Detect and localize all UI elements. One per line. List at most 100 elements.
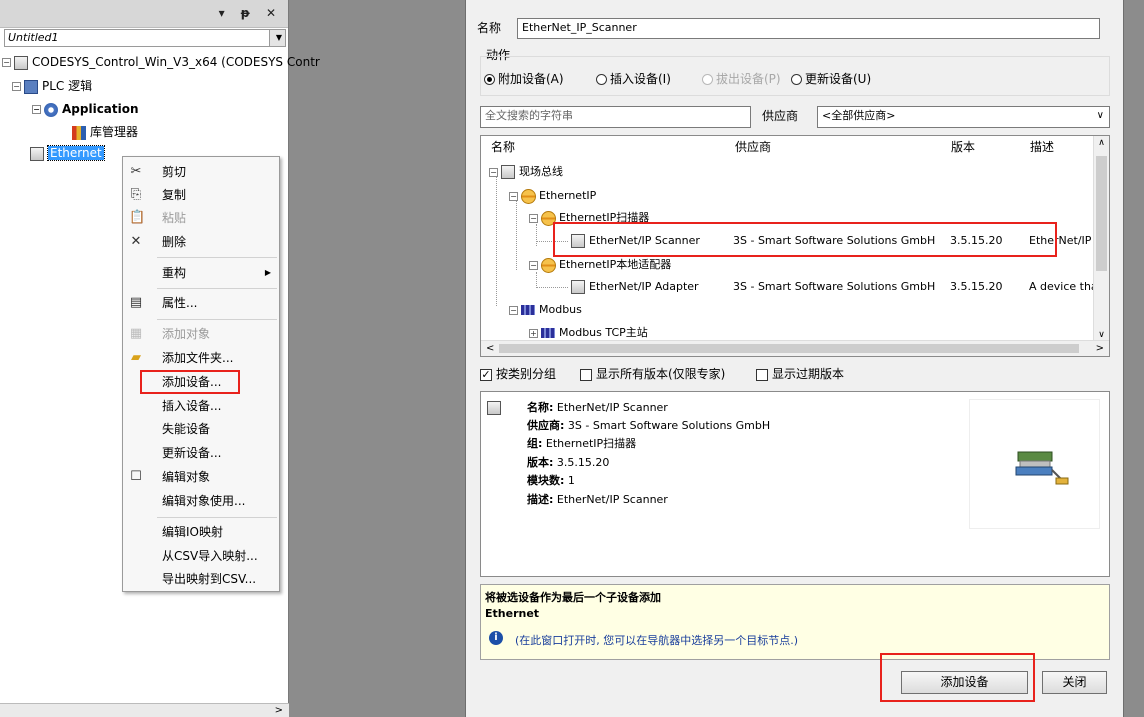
list-item-adapter-group[interactable]: − EthernetIP本地适配器 bbox=[529, 254, 671, 276]
collapse-icon[interactable]: − bbox=[529, 213, 538, 223]
device-list: 名称 供应商 版本 描述 − 现场总线 − EthernetIP − Ethernet… bbox=[480, 135, 1110, 357]
info-modules: 模块数: 1 bbox=[527, 472, 575, 490]
checkbox-icon[interactable] bbox=[756, 368, 768, 381]
menu-item-refactor[interactable]: 重构 ▶ bbox=[123, 262, 279, 284]
menu-label: 从CSV导入映射... bbox=[162, 549, 258, 563]
menu-item-disable-device[interactable]: 失能设备 bbox=[123, 418, 279, 440]
info-key: 模块数: bbox=[527, 474, 565, 487]
menu-label: 剪切 bbox=[162, 165, 187, 179]
tree-guide-line bbox=[496, 176, 497, 306]
menu-item-insert-device[interactable]: 插入设备... bbox=[123, 395, 279, 417]
radio-icon[interactable] bbox=[484, 74, 495, 85]
menu-item-edit-object[interactable]: ☐ 编辑对象 bbox=[123, 466, 279, 488]
panel-window-controls[interactable]: ▾ ᵽ ✕ bbox=[219, 6, 282, 20]
checkbox-checked-icon[interactable]: ✓ bbox=[480, 368, 492, 381]
group-by-category-option[interactable]: ✓ 按类别分组 bbox=[480, 364, 556, 384]
menu-label: 重构 bbox=[162, 266, 187, 280]
tree-item-plc-logic[interactable]: − PLC 逻辑 bbox=[12, 76, 92, 96]
collapse-icon[interactable]: − bbox=[509, 191, 518, 201]
expand-icon[interactable]: + bbox=[529, 328, 538, 338]
scroll-up-icon[interactable]: ∧ bbox=[1094, 138, 1109, 148]
tree-item-device[interactable]: − CODESYS_Control_Win_V3_x64 (CODESYS Con… bbox=[2, 52, 320, 72]
show-outdated-option[interactable]: 显示过期版本 bbox=[756, 364, 844, 384]
network-device-icon bbox=[1015, 451, 1069, 485]
collapse-icon[interactable]: − bbox=[509, 305, 518, 315]
checkbox-icon[interactable] bbox=[580, 368, 592, 381]
tree-guide-line bbox=[516, 200, 517, 270]
menu-item-cut[interactable]: ✂ 剪切 bbox=[123, 161, 279, 183]
menu-item-properties[interactable]: ▤ 属性... bbox=[123, 292, 279, 314]
menu-item-edit-object-with[interactable]: 编辑对象使用... bbox=[123, 490, 279, 512]
list-item-ethernetip[interactable]: − EthernetIP bbox=[509, 185, 596, 207]
radio-icon[interactable] bbox=[596, 74, 607, 85]
info-value: 1 bbox=[567, 474, 575, 487]
tree-item-library-manager[interactable]: 库管理器 bbox=[72, 122, 138, 142]
radio-label: 拔出设备(P) bbox=[716, 72, 781, 86]
collapse-icon[interactable]: − bbox=[2, 58, 11, 67]
search-input[interactable]: 全文搜索的字符串 bbox=[480, 106, 751, 128]
tree-item-label: 库管理器 bbox=[90, 125, 139, 139]
chevron-down-icon[interactable]: ▼ bbox=[269, 30, 285, 46]
radio-insert-device[interactable]: 插入设备(I) bbox=[596, 69, 671, 89]
info-description: 描述: EtherNet/IP Scanner bbox=[527, 491, 668, 509]
paste-icon: 📋 bbox=[129, 210, 146, 225]
collapse-icon[interactable]: − bbox=[32, 105, 41, 114]
close-button[interactable]: 关闭 bbox=[1042, 671, 1107, 694]
radio-update-device[interactable]: 更新设备(U) bbox=[791, 69, 871, 89]
list-item-fieldbus[interactable]: − 现场总线 bbox=[489, 161, 563, 183]
scroll-right-icon[interactable]: > bbox=[1096, 341, 1104, 356]
column-header-name[interactable]: 名称 bbox=[491, 138, 515, 155]
vendor-select[interactable]: <全部供应商> ∨ bbox=[817, 106, 1110, 128]
horizontal-scrollbar[interactable]: < > bbox=[481, 340, 1109, 356]
menu-divider bbox=[157, 257, 277, 258]
menu-item-delete[interactable]: ✕ 删除 bbox=[123, 231, 279, 253]
radio-append-device[interactable]: 附加设备(A) bbox=[484, 69, 564, 89]
panel-titlebar: ▾ ᵽ ✕ bbox=[0, 0, 288, 28]
menu-item-update-device[interactable]: 更新设备... bbox=[123, 442, 279, 464]
device-icon bbox=[487, 401, 501, 415]
device-icon bbox=[571, 280, 585, 294]
scroll-left-icon[interactable]: < bbox=[486, 341, 494, 356]
tree-item-ethernet[interactable]: Ethernet bbox=[30, 143, 105, 163]
radio-icon[interactable] bbox=[702, 74, 713, 85]
collapse-icon[interactable]: − bbox=[12, 82, 21, 91]
device-name-field[interactable]: EtherNet_IP_Scanner bbox=[517, 18, 1100, 39]
menu-item-copy[interactable]: ⎘ 复制 bbox=[123, 184, 279, 206]
list-item-adapter[interactable]: EtherNet/IP Adapter bbox=[571, 276, 699, 298]
collapse-icon[interactable]: − bbox=[489, 167, 498, 177]
horizontal-scrollbar[interactable]: > bbox=[0, 703, 289, 717]
device-icon bbox=[501, 165, 515, 179]
column-header-description[interactable]: 描述 bbox=[1030, 138, 1054, 155]
scroll-thumb[interactable] bbox=[499, 344, 1079, 353]
menu-item-paste[interactable]: 📋 粘贴 bbox=[123, 207, 279, 229]
show-all-versions-option[interactable]: 显示所有版本(仅限专家) bbox=[580, 364, 725, 384]
tree-item-application[interactable]: − Application bbox=[32, 99, 139, 119]
list-item-label: EtherNet/IP Adapter bbox=[589, 280, 699, 293]
chevron-down-icon[interactable]: ∨ bbox=[1097, 107, 1104, 125]
collapse-icon[interactable]: − bbox=[529, 260, 538, 270]
menu-item-add-object[interactable]: ▦ 添加对象 bbox=[123, 323, 279, 345]
radio-icon[interactable] bbox=[791, 74, 802, 85]
folder-icon: ▰ bbox=[131, 350, 141, 365]
properties-icon: ▤ bbox=[129, 295, 143, 310]
info-name: 名称: EtherNet/IP Scanner bbox=[527, 399, 668, 417]
column-header-version[interactable]: 版本 bbox=[951, 138, 975, 155]
scroll-down-icon[interactable]: ∨ bbox=[1094, 330, 1109, 340]
menu-item-export-csv[interactable]: 导出映射到CSV... bbox=[123, 568, 279, 590]
menu-item-edit-io-mapping[interactable]: 编辑IO映射 bbox=[123, 521, 279, 543]
tree-item-label: PLC 逻辑 bbox=[42, 79, 93, 93]
radio-plug-device[interactable]: 拔出设备(P) bbox=[702, 69, 781, 89]
fieldbus-icon bbox=[541, 328, 555, 338]
context-menu: ✂ 剪切 ⎘ 复制 📋 粘贴 ✕ 删除 重构 ▶ ▤ 属性... ▦ 添加对象 ▰ 添加文件夹.… bbox=[122, 156, 280, 592]
menu-item-add-folder[interactable]: ▰ 添加文件夹... bbox=[123, 347, 279, 369]
scroll-thumb[interactable] bbox=[1096, 156, 1107, 271]
scroll-right-icon[interactable]: > bbox=[275, 705, 283, 716]
column-header-vendor[interactable]: 供应商 bbox=[735, 138, 771, 155]
hint-target: Ethernet bbox=[485, 607, 540, 620]
project-dropdown[interactable]: Untitled1 ▼ bbox=[4, 29, 286, 47]
vertical-scrollbar[interactable]: ∧ ∨ bbox=[1093, 136, 1109, 342]
menu-item-import-csv[interactable]: 从CSV导入映射... bbox=[123, 545, 279, 567]
fieldbus-icon bbox=[521, 305, 535, 315]
info-key: 供应商: bbox=[527, 419, 565, 432]
list-item-modbus[interactable]: − Modbus bbox=[509, 299, 582, 321]
